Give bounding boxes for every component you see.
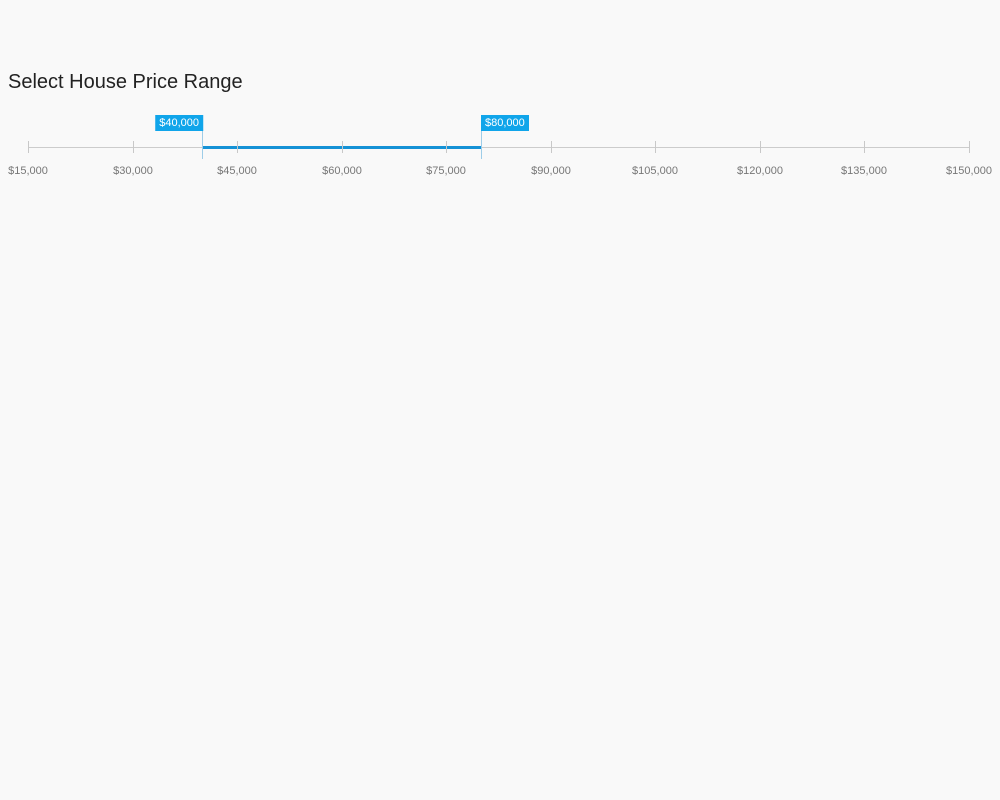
slider-tick-label: $105,000: [632, 165, 678, 177]
slider-tick: [655, 141, 656, 153]
slider-handle-max[interactable]: [481, 131, 482, 159]
slider-tick: [446, 141, 447, 153]
slider-tick-label: $45,000: [217, 165, 257, 177]
slider-tick-label: $150,000: [946, 165, 992, 177]
slider-tick: [551, 141, 552, 153]
slider-tick-label: $75,000: [426, 165, 466, 177]
slider-min-value-label[interactable]: $40,000: [155, 115, 203, 131]
slider-tick-label: $135,000: [841, 165, 887, 177]
slider-tick-label: $30,000: [113, 165, 153, 177]
slider-handle-min[interactable]: [202, 131, 203, 159]
slider-tick-label: $15,000: [8, 165, 48, 177]
slider-tick: [28, 141, 29, 153]
slider-tick: [237, 141, 238, 153]
slider-tick: [133, 141, 134, 153]
slider-track[interactable]: [28, 147, 969, 148]
slider-tick-label: $60,000: [322, 165, 362, 177]
slider-tick-label: $120,000: [737, 165, 783, 177]
slider-tick: [342, 141, 343, 153]
slider-tick: [969, 141, 970, 153]
slider-tick-label: $90,000: [531, 165, 571, 177]
slider-max-value-label[interactable]: $80,000: [481, 115, 529, 131]
slider-tick: [760, 141, 761, 153]
slider-tick: [864, 141, 865, 153]
price-range-slider[interactable]: $15,000 $30,000 $45,000 $60,000 $75,000 $90,0…: [0, 0, 1000, 200]
page: Select House Price Range $15,000 $30,000 $…: [0, 0, 1000, 800]
